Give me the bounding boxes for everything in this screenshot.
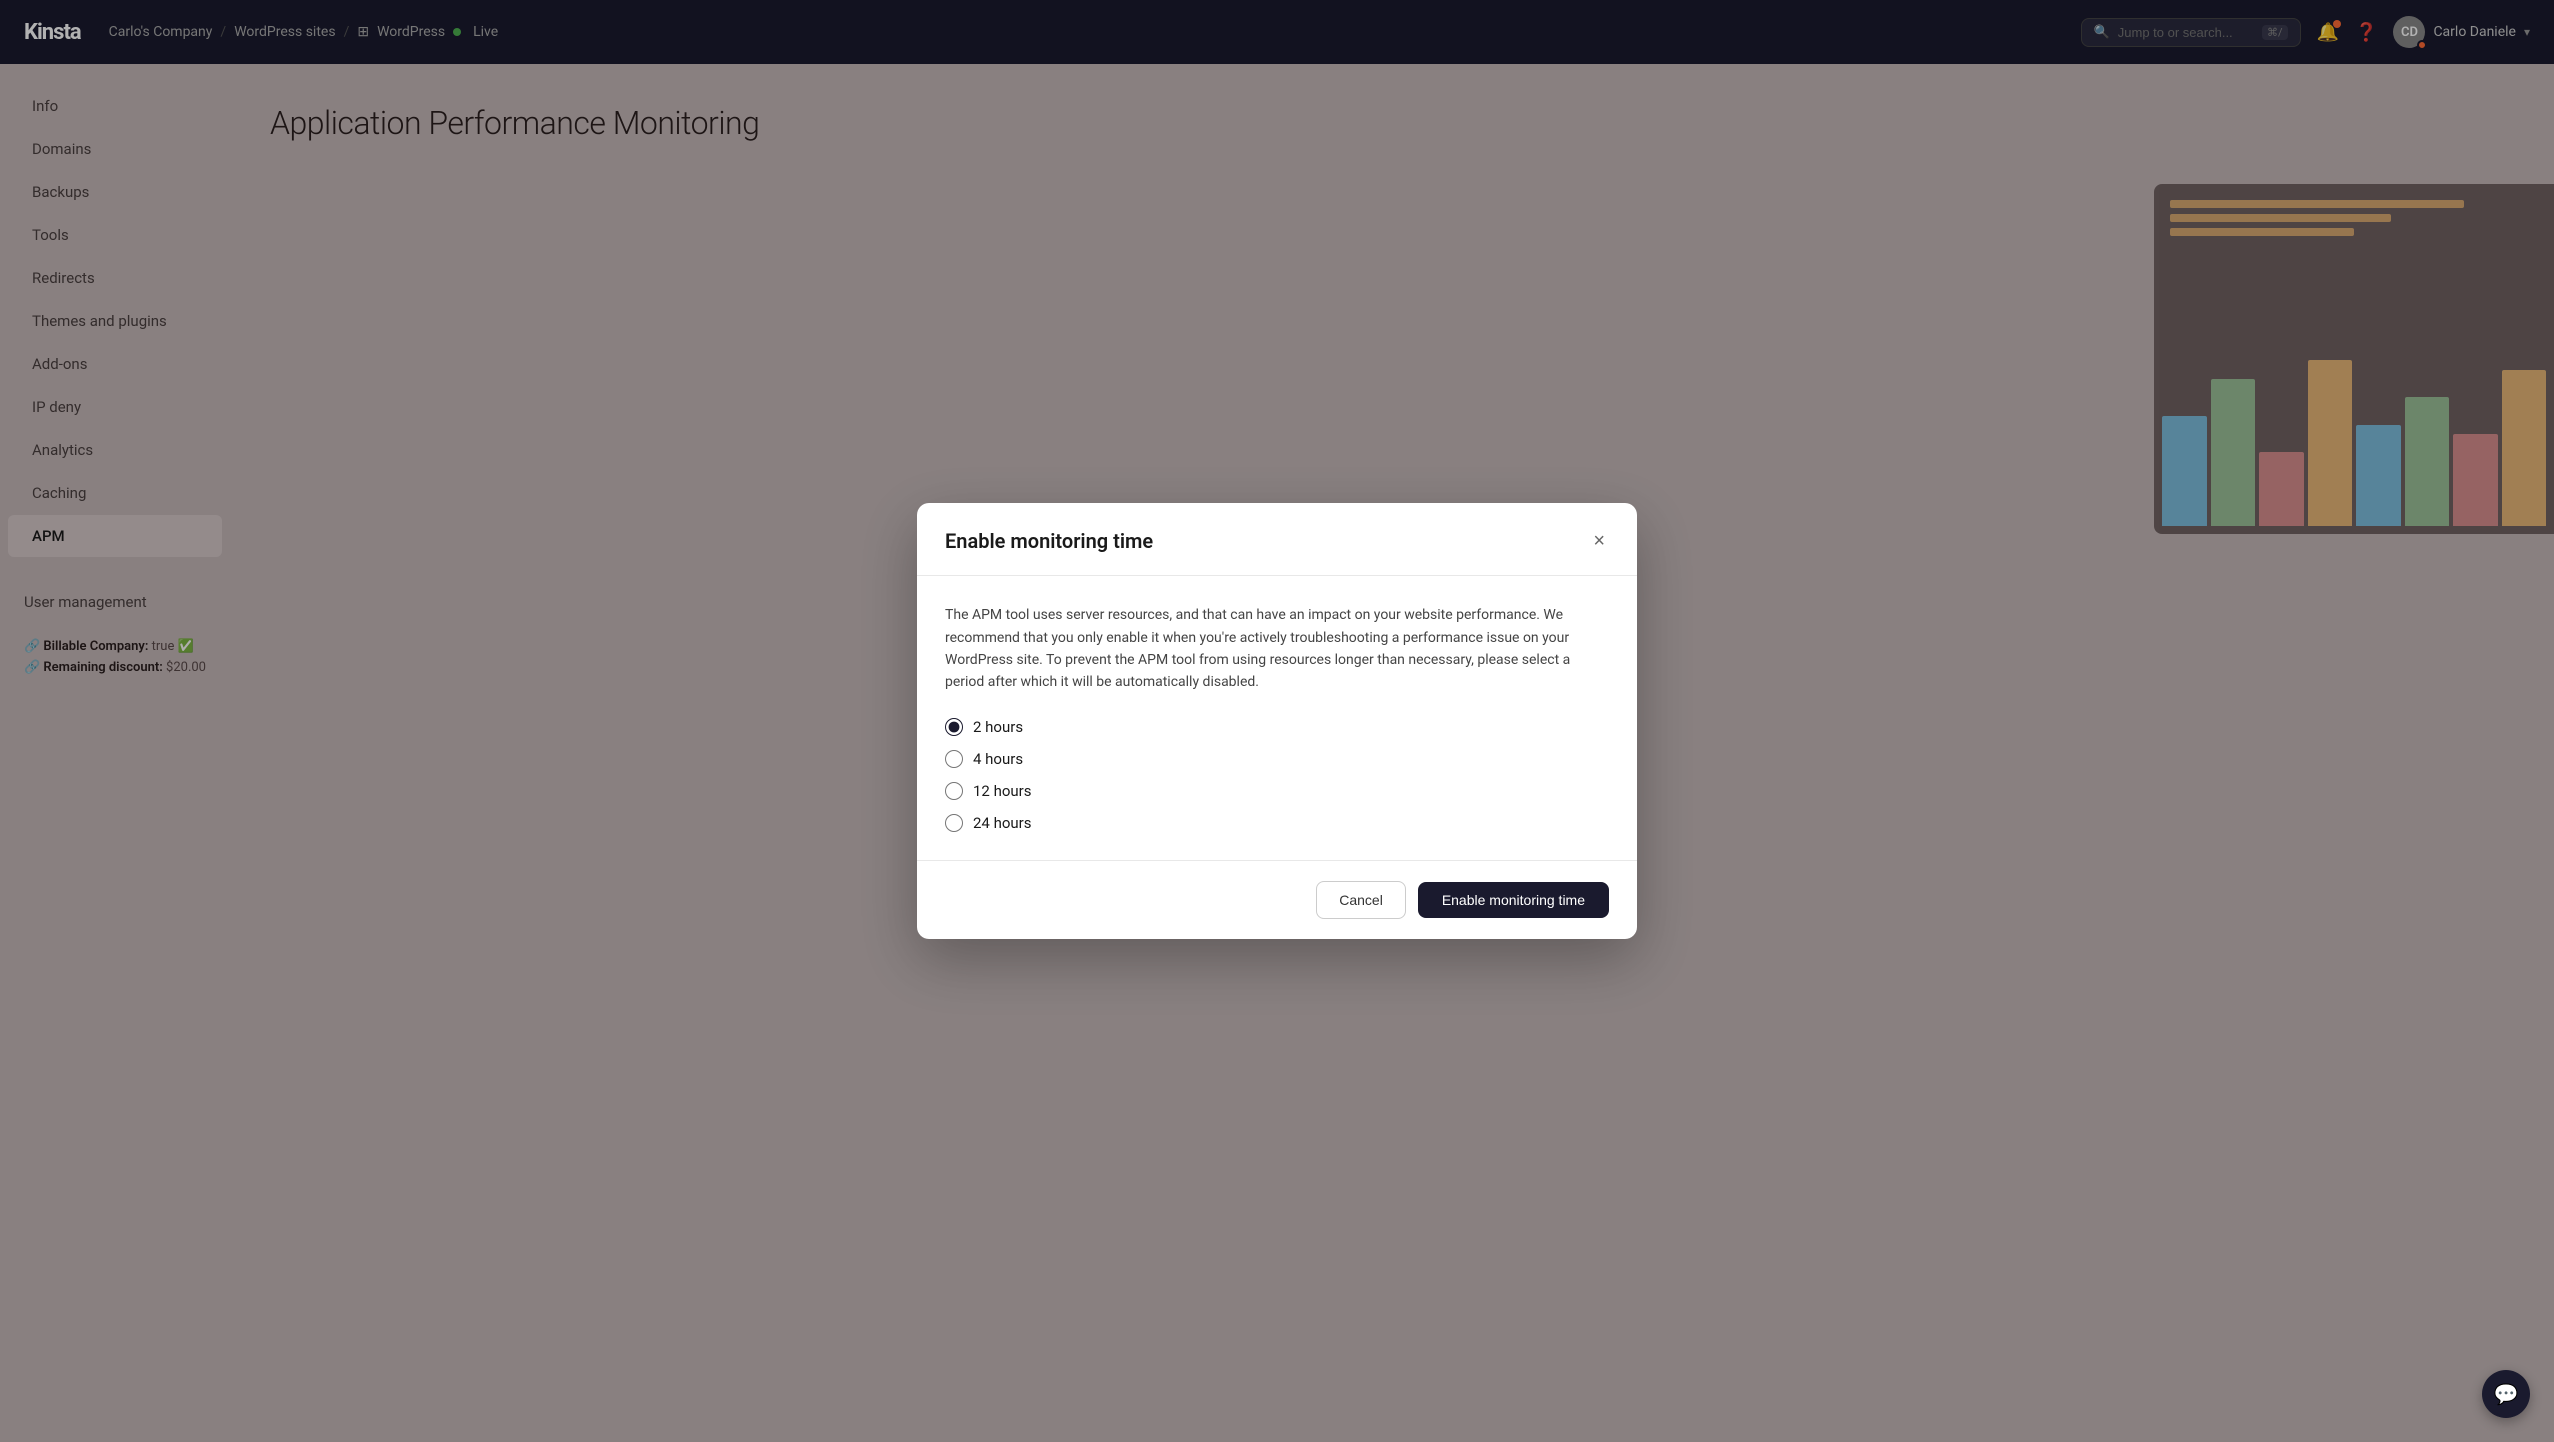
modal: Enable monitoring time × The APM tool us… (917, 503, 1637, 939)
radio-4h[interactable] (945, 750, 963, 768)
chat-icon: 💬 (2494, 1382, 2519, 1406)
modal-close-button[interactable]: × (1589, 527, 1609, 555)
modal-body: The APM tool uses server resources, and … (917, 576, 1637, 860)
modal-overlay[interactable]: Enable monitoring time × The APM tool us… (0, 0, 2554, 1442)
radio-12h[interactable] (945, 782, 963, 800)
radio-24h[interactable] (945, 814, 963, 832)
enable-monitoring-button[interactable]: Enable monitoring time (1418, 882, 1609, 918)
option-24h-label: 24 hours (973, 814, 1032, 832)
option-2h-label: 2 hours (973, 718, 1023, 736)
chat-bubble-button[interactable]: 💬 (2482, 1370, 2530, 1418)
option-2h[interactable]: 2 hours (945, 718, 1609, 736)
modal-header: Enable monitoring time × (917, 503, 1637, 576)
radio-2h[interactable] (945, 718, 963, 736)
modal-description: The APM tool uses server resources, and … (945, 604, 1609, 694)
option-4h[interactable]: 4 hours (945, 750, 1609, 768)
option-24h[interactable]: 24 hours (945, 814, 1609, 832)
monitoring-time-options: 2 hours 4 hours 12 hours 24 hours (945, 718, 1609, 832)
cancel-button[interactable]: Cancel (1316, 881, 1406, 919)
option-12h[interactable]: 12 hours (945, 782, 1609, 800)
option-4h-label: 4 hours (973, 750, 1023, 768)
modal-title: Enable monitoring time (945, 529, 1153, 553)
option-12h-label: 12 hours (973, 782, 1032, 800)
modal-footer: Cancel Enable monitoring time (917, 860, 1637, 939)
